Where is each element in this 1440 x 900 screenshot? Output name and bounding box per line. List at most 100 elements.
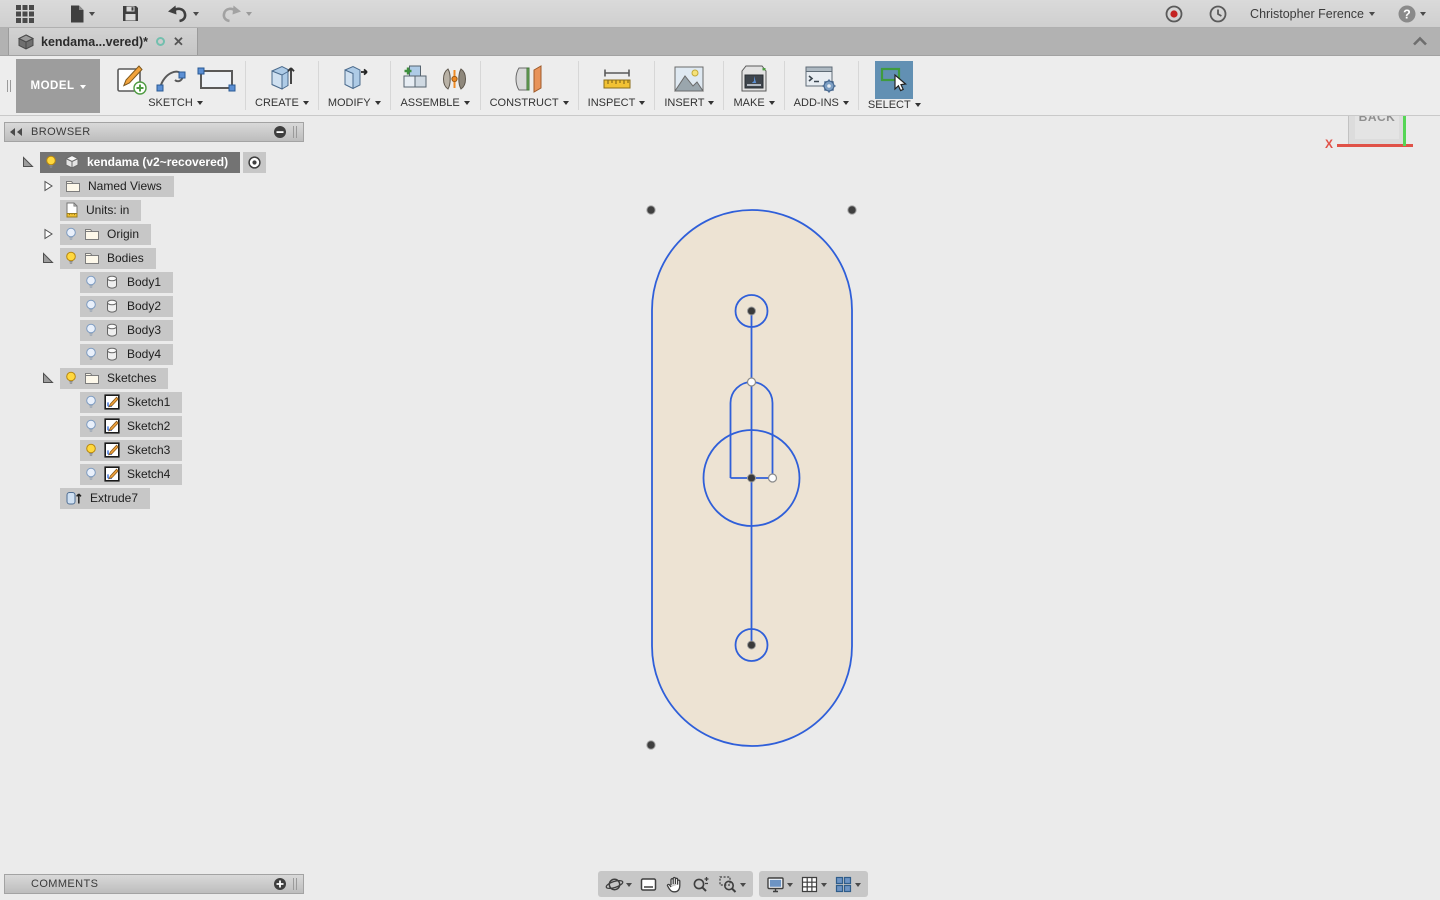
browser-item-pill[interactable]: Extrude7: [60, 487, 151, 509]
browser-item-pill[interactable]: Body2: [80, 295, 174, 317]
save-button[interactable]: [117, 2, 144, 25]
zoom-window-button[interactable]: [715, 873, 749, 896]
assemble-menu[interactable]: ASSEMBLE: [400, 97, 470, 112]
new-component-button[interactable]: [400, 63, 432, 95]
browser-item-sketch3[interactable]: Sketch3: [4, 438, 304, 462]
browser-item-pill[interactable]: Sketch1: [80, 391, 183, 413]
rectangle-tool-button[interactable]: [196, 65, 236, 93]
sketch-point-corner-bottom-left[interactable]: [646, 740, 656, 750]
pan-button[interactable]: [662, 873, 687, 896]
workspace-switcher[interactable]: MODEL: [16, 59, 100, 113]
expanded-triangle-icon[interactable]: [42, 372, 60, 384]
browser-item-sketches[interactable]: Sketches: [4, 366, 304, 390]
panel-resize-grip[interactable]: [293, 126, 297, 138]
sketch-point-slot-top[interactable]: [746, 377, 757, 387]
visibility-bulb-icon-off[interactable]: [85, 395, 97, 410]
visibility-bulb-icon-off[interactable]: [85, 275, 97, 290]
browser-item-sketch1[interactable]: Sketch1: [4, 390, 304, 414]
browser-item-pill[interactable]: Sketches: [60, 367, 169, 389]
make-menu[interactable]: MAKE: [733, 97, 775, 112]
comments-header[interactable]: COMMENTS: [4, 874, 304, 894]
visibility-bulb-icon-on[interactable]: [65, 251, 77, 266]
sketch-point-top-center[interactable]: [747, 306, 756, 316]
construct-menu[interactable]: CONSTRUCT: [490, 97, 569, 112]
visibility-bulb-icon-off[interactable]: [85, 467, 97, 482]
browser-item-kendama-v2-recovered[interactable]: kendama (v2~recovered): [4, 150, 304, 174]
toolbar-grip[interactable]: [4, 56, 14, 115]
display-settings-button[interactable]: [763, 873, 796, 896]
browser-item-pill[interactable]: Bodies: [60, 247, 156, 269]
collapsed-triangle-icon[interactable]: [42, 228, 60, 240]
browser-item-origin[interactable]: Origin: [4, 222, 304, 246]
job-status-button[interactable]: [1204, 2, 1232, 26]
visibility-bulb-icon-on[interactable]: [85, 443, 97, 458]
user-account-menu[interactable]: Christopher Ference: [1232, 5, 1379, 23]
sketch-point-mid-center[interactable]: [747, 473, 756, 483]
browser-item-pill[interactable]: Body3: [80, 319, 174, 341]
make-3d-print-button[interactable]: [737, 63, 771, 95]
modify-menu[interactable]: MODIFY: [328, 97, 381, 112]
expanded-triangle-icon[interactable]: [42, 252, 60, 264]
visibility-bulb-icon-off[interactable]: [85, 323, 97, 338]
add-comment-icon[interactable]: [273, 877, 287, 891]
sketch-point-bottom-center[interactable]: [747, 640, 756, 650]
browser-item-body3[interactable]: Body3: [4, 318, 304, 342]
select-tool-button[interactable]: [875, 61, 914, 99]
browser-item-pill[interactable]: Body4: [80, 343, 174, 365]
browser-item-pill[interactable]: Sketch3: [80, 439, 183, 461]
visibility-bulb-icon-off[interactable]: [85, 419, 97, 434]
extrude-tool-button[interactable]: [265, 62, 299, 96]
browser-item-pill[interactable]: kendama (v2~recovered): [40, 151, 241, 173]
visibility-bulb-icon-off[interactable]: [85, 299, 97, 314]
browser-item-sketch2[interactable]: Sketch2: [4, 414, 304, 438]
browser-item-body4[interactable]: Body4: [4, 342, 304, 366]
panel-resize-grip[interactable]: [293, 878, 297, 890]
visibility-bulb-icon-on[interactable]: [45, 155, 57, 170]
browser-header[interactable]: BROWSER: [4, 122, 304, 142]
browser-item-sketch4[interactable]: Sketch4: [4, 462, 304, 486]
document-tab[interactable]: kendama...vered)* ✕: [8, 28, 198, 55]
app-grid-button[interactable]: [10, 1, 40, 27]
collapse-toolbar-chevron-icon[interactable]: [1412, 33, 1428, 51]
visibility-bulb-icon-on[interactable]: [65, 371, 77, 386]
browser-item-body2[interactable]: Body2: [4, 294, 304, 318]
remove-panel-icon[interactable]: [273, 125, 287, 139]
browser-item-pill[interactable]: Origin: [60, 223, 152, 245]
browser-item-bodies[interactable]: Bodies: [4, 246, 304, 270]
scripts-addins-button[interactable]: [803, 63, 839, 95]
joint-tool-button[interactable]: [439, 63, 471, 95]
look-at-button[interactable]: [636, 873, 661, 896]
visibility-bulb-icon-off[interactable]: [65, 227, 77, 242]
browser-item-named-views[interactable]: Named Views: [4, 174, 304, 198]
sketch-point-corner-top-right[interactable]: [847, 205, 857, 215]
press-pull-tool-button[interactable]: [337, 62, 371, 96]
construct-plane-button[interactable]: [511, 62, 547, 96]
viewports-button[interactable]: [831, 873, 864, 896]
undo-button[interactable]: [162, 3, 203, 25]
expanded-triangle-icon[interactable]: [22, 156, 40, 168]
sketch-menu[interactable]: SKETCH: [148, 97, 203, 112]
tab-close-icon[interactable]: ✕: [173, 35, 184, 48]
grid-and-snaps-button[interactable]: [797, 873, 830, 896]
browser-item-extrude7[interactable]: Extrude7: [4, 486, 304, 510]
visibility-bulb-icon-off[interactable]: [85, 347, 97, 362]
activate-component-radio[interactable]: [243, 151, 267, 173]
browser-item-pill[interactable]: Units: in: [60, 199, 142, 221]
browser-item-body1[interactable]: Body1: [4, 270, 304, 294]
sketch-point-corner-top-left[interactable]: [646, 205, 656, 215]
browser-item-pill[interactable]: Sketch2: [80, 415, 183, 437]
select-menu[interactable]: SELECT: [868, 99, 921, 114]
inspect-menu[interactable]: INSPECT: [588, 97, 646, 112]
screencast-record-button[interactable]: [1160, 2, 1188, 26]
create-sketch-button[interactable]: [115, 63, 148, 96]
insert-menu[interactable]: INSERT: [664, 97, 715, 112]
collapsed-triangle-icon[interactable]: [42, 180, 60, 192]
help-menu[interactable]: ?: [1393, 2, 1430, 26]
spline-tool-button[interactable]: [155, 64, 189, 94]
measure-tool-button[interactable]: [598, 64, 636, 94]
browser-item-pill[interactable]: Named Views: [60, 175, 174, 197]
zoom-button[interactable]: [688, 873, 714, 896]
addins-menu[interactable]: ADD-INS: [794, 97, 849, 112]
redo-button[interactable]: [215, 3, 256, 25]
orbit-button[interactable]: [602, 873, 635, 896]
